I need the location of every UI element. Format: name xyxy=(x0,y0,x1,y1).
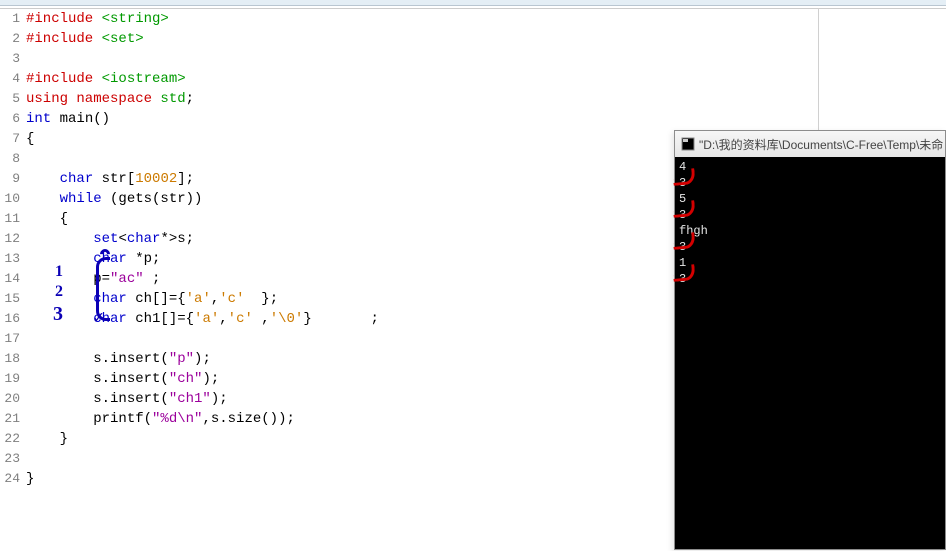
code-text[interactable]: char ch[]={'a','c' }; xyxy=(26,289,278,309)
line-number: 7 xyxy=(0,129,26,149)
code-text[interactable]: s.insert("p"); xyxy=(26,349,211,369)
code-text[interactable]: { xyxy=(26,209,68,229)
code-text[interactable]: printf("%d\n",s.size()); xyxy=(26,409,295,429)
code-text[interactable]: char *p; xyxy=(26,249,160,269)
console-line: 3 xyxy=(679,207,941,223)
code-line[interactable]: 3 xyxy=(0,49,946,69)
line-number: 10 xyxy=(0,189,26,209)
code-line[interactable]: 5using namespace std; xyxy=(0,89,946,109)
code-text[interactable]: #include <iostream> xyxy=(26,69,186,89)
console-line: fhgh xyxy=(679,223,941,239)
code-line[interactable]: 4#include <iostream> xyxy=(0,69,946,89)
line-number: 15 xyxy=(0,289,26,309)
handwriting-check: ✓ xyxy=(93,307,107,321)
code-text[interactable]: #include <set> xyxy=(26,29,144,49)
top-toolbar-strip xyxy=(0,0,946,6)
handwriting-number-1: 1 xyxy=(55,263,63,281)
code-line[interactable]: 6int main() xyxy=(0,109,946,129)
console-line: 1 xyxy=(679,255,941,271)
console-line: 4 xyxy=(679,159,941,175)
line-number: 24 xyxy=(0,469,26,489)
line-number: 13 xyxy=(0,249,26,269)
line-number: 14 xyxy=(0,269,26,289)
handwriting-number-2: 2 xyxy=(55,283,63,301)
code-text[interactable]: int main() xyxy=(26,109,110,129)
line-number: 12 xyxy=(0,229,26,249)
console-line: 5 xyxy=(679,191,941,207)
editor-scrollbar-edge xyxy=(818,8,819,130)
line-number: 9 xyxy=(0,169,26,189)
code-text[interactable]: while (gets(str)) xyxy=(26,189,202,209)
code-line[interactable]: 2#include <set> xyxy=(0,29,946,49)
line-number: 3 xyxy=(0,49,26,69)
console-app-icon xyxy=(681,137,695,151)
console-output-lines: 4353fhgh313 xyxy=(679,159,941,287)
line-number: 19 xyxy=(0,369,26,389)
code-text[interactable]: using namespace std; xyxy=(26,89,194,109)
handwriting-number-3: 3 xyxy=(53,303,63,326)
line-number: 6 xyxy=(0,109,26,129)
console-titlebar[interactable]: "D:\我的资料库\Documents\C-Free\Temp\未命 xyxy=(675,131,945,157)
code-text[interactable]: s.insert("ch1"); xyxy=(26,389,228,409)
line-number: 4 xyxy=(0,69,26,89)
line-number: 16 xyxy=(0,309,26,329)
code-line[interactable]: 1#include <string> xyxy=(0,9,946,29)
console-title-text: "D:\我的资料库\Documents\C-Free\Temp\未命 xyxy=(699,136,943,153)
line-number: 23 xyxy=(0,449,26,469)
code-text[interactable]: s.insert("ch"); xyxy=(26,369,219,389)
line-number: 11 xyxy=(0,209,26,229)
console-line: 3 xyxy=(679,271,941,287)
line-number: 5 xyxy=(0,89,26,109)
code-text[interactable]: set<char*>s; xyxy=(26,229,194,249)
line-number: 8 xyxy=(0,149,26,169)
code-text[interactable]: { xyxy=(26,129,34,149)
code-text[interactable]: #include <string> xyxy=(26,9,169,29)
console-output[interactable]: 4353fhgh313 xyxy=(675,157,945,549)
line-number: 22 xyxy=(0,429,26,449)
line-number: 1 xyxy=(0,9,26,29)
line-number: 20 xyxy=(0,389,26,409)
code-text[interactable]: char str[10002]; xyxy=(26,169,194,189)
line-number: 17 xyxy=(0,329,26,349)
console-line: 3 xyxy=(679,239,941,255)
line-number: 21 xyxy=(0,409,26,429)
code-text[interactable]: p="ac" ; xyxy=(26,269,160,289)
code-text[interactable]: } xyxy=(26,429,68,449)
code-text[interactable]: char ch1[]={'a','c' ,'\0'} ; xyxy=(26,309,379,329)
line-number: 2 xyxy=(0,29,26,49)
line-number: 18 xyxy=(0,349,26,369)
console-window[interactable]: "D:\我的资料库\Documents\C-Free\Temp\未命 4353f… xyxy=(674,130,946,550)
console-line: 3 xyxy=(679,175,941,191)
code-text[interactable]: } xyxy=(26,469,34,489)
